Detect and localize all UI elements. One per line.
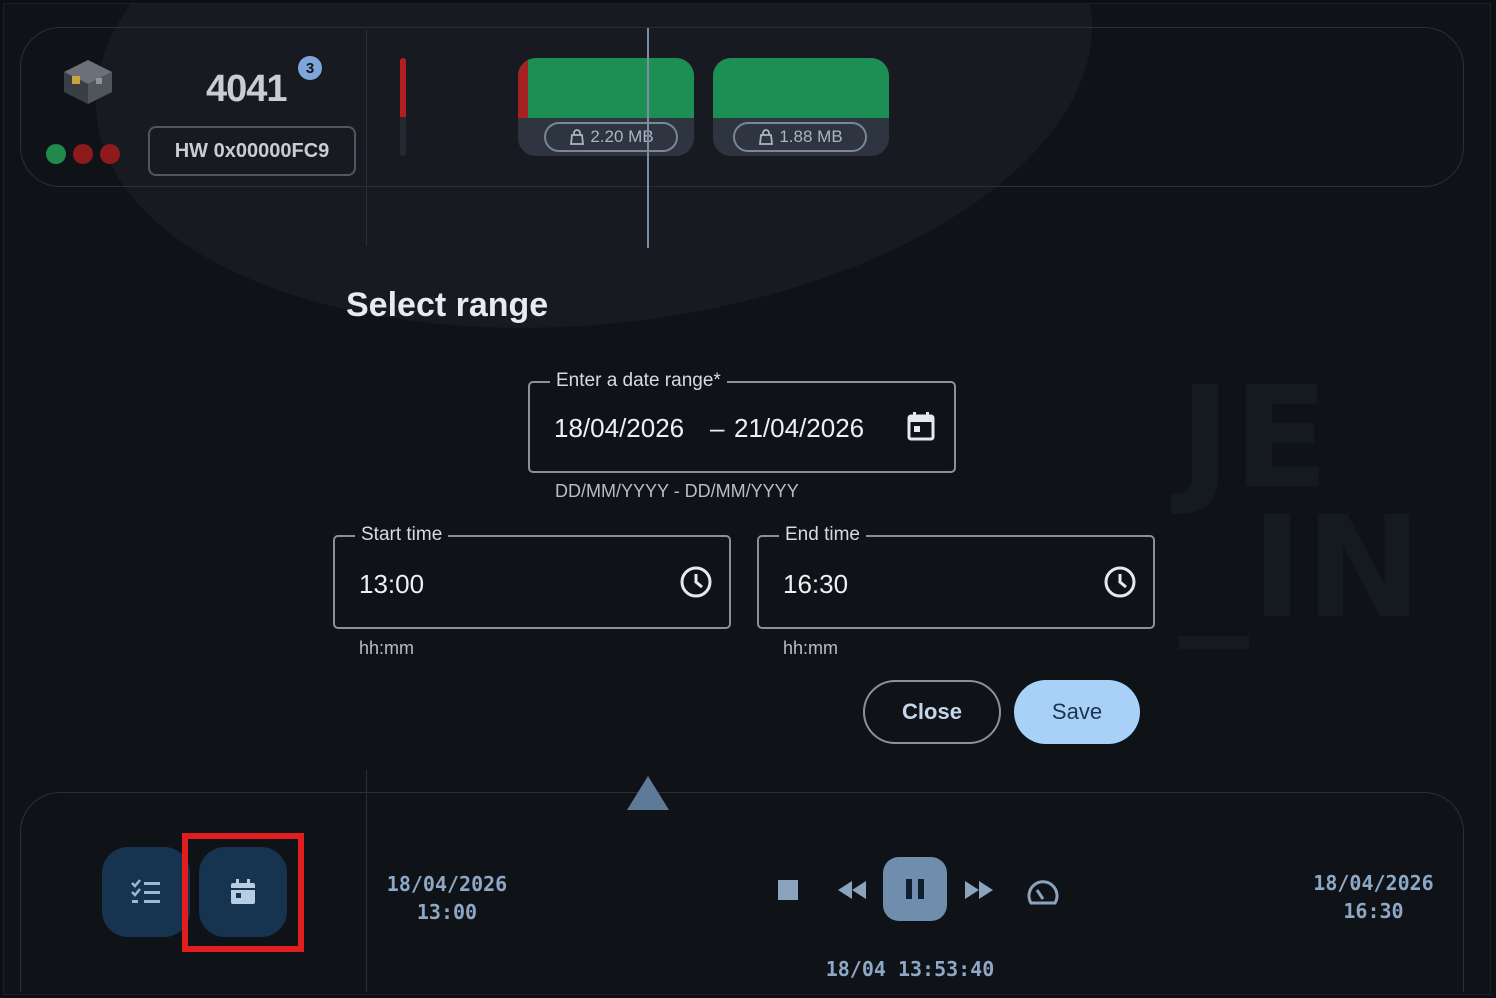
- list-icon: [131, 879, 160, 903]
- background-watermark: JE _IN: [1179, 357, 1425, 650]
- range-end-time: 16:30: [1343, 899, 1404, 923]
- end-time-value[interactable]: 16:30: [783, 569, 848, 600]
- pause-icon: [906, 879, 924, 899]
- status-dot-red: [73, 144, 93, 164]
- range-end: 18/04/2026 16:30: [1306, 869, 1441, 925]
- panel-divider: [366, 30, 367, 246]
- range-end-date: 18/04/2026: [1313, 871, 1434, 895]
- status-dot-green: [46, 144, 66, 164]
- timeline-marker[interactable]: [627, 776, 669, 810]
- range-start-date: 18/04/2026: [386, 872, 508, 896]
- level-bar-fill: [400, 58, 406, 117]
- status-dot-red: [100, 144, 120, 164]
- clock-icon[interactable]: [1103, 565, 1137, 599]
- bag-icon: [570, 129, 585, 145]
- storage-card-fill: [518, 58, 694, 118]
- date-range-field[interactable]: Enter a date range* 18/04/2026 – 21/04/2…: [528, 370, 956, 473]
- storage-card[interactable]: 2.20 MB: [518, 58, 694, 156]
- storage-size-tag: 1.88 MB: [733, 122, 867, 152]
- close-button[interactable]: Close: [863, 680, 1001, 744]
- storage-card-error: [518, 58, 528, 118]
- fast-forward-icon: [965, 881, 993, 899]
- hardware-id[interactable]: HW 0x00000FC9: [148, 126, 356, 176]
- pause-button[interactable]: [883, 857, 947, 921]
- panel-divider: [366, 770, 367, 992]
- end-time-label: End time: [779, 524, 866, 546]
- start-time-label: Start time: [355, 524, 449, 546]
- device-number: 4041: [206, 68, 288, 110]
- current-timestamp: 18/04 13:53:40: [825, 957, 995, 981]
- range-start: 18/04/2026 13:00: [382, 870, 512, 926]
- rewind-button[interactable]: [832, 875, 872, 905]
- calendar-icon[interactable]: [904, 409, 938, 443]
- bag-icon: [759, 129, 774, 145]
- stop-icon: [778, 880, 798, 900]
- date-range-separator: –: [710, 413, 725, 443]
- range-start-time: 13:00: [416, 900, 478, 924]
- start-time-value[interactable]: 13:00: [359, 569, 424, 600]
- selection-highlight: [182, 833, 304, 952]
- date-range-label: Enter a date range*: [550, 370, 727, 392]
- rewind-icon: [838, 881, 866, 899]
- storage-card[interactable]: 1.88 MB: [713, 58, 889, 156]
- speed-button[interactable]: [1024, 874, 1062, 910]
- storage-card-fill: [713, 58, 889, 118]
- date-range-hint: DD/MM/YYYY - DD/MM/YYYY: [555, 481, 799, 501]
- device-icon: [64, 60, 112, 104]
- start-time-hint: hh:mm: [359, 638, 415, 658]
- storage-size-tag: 2.20 MB: [544, 122, 678, 152]
- end-time-field[interactable]: End time 16:30: [757, 524, 1155, 629]
- save-button[interactable]: Save: [1014, 680, 1140, 744]
- level-bar: [400, 58, 406, 156]
- storage-size: 2.20 MB: [590, 127, 654, 146]
- stop-button[interactable]: [775, 877, 801, 903]
- date-range-end[interactable]: 21/04/2026: [734, 413, 864, 444]
- date-range-start[interactable]: 18/04/2026: [554, 413, 684, 444]
- start-time-field[interactable]: Start time 13:00: [333, 524, 731, 629]
- storage-size: 1.88 MB: [779, 127, 843, 146]
- end-time-hint: hh:mm: [783, 638, 839, 658]
- clock-icon[interactable]: [679, 565, 713, 599]
- dialog-title: Select range: [346, 286, 549, 324]
- fast-forward-button[interactable]: [959, 875, 999, 905]
- list-button[interactable]: [102, 847, 190, 937]
- speed-icon: [1027, 880, 1059, 905]
- notification-badge: 3: [298, 56, 322, 80]
- timeline-cursor-line: [647, 28, 649, 248]
